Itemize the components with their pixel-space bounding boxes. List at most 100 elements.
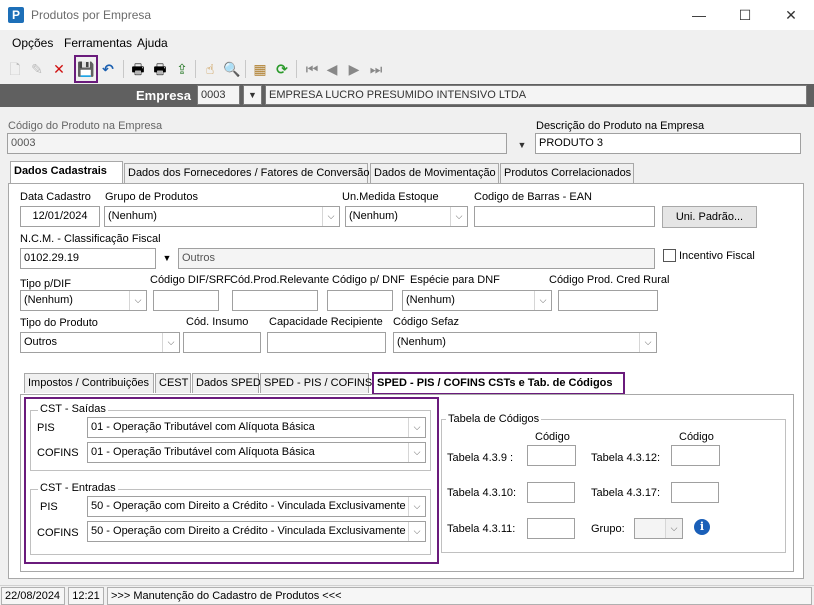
data-cadastro-field[interactable]: 12/01/2024	[20, 206, 100, 227]
toolbar: 🗋 ✎ ✕ 💾 ↶ 🖶 🖶 ⇪ ☝ 🔍 ▦ ⟳ ⏮ ◀ ▶ ⏭	[0, 57, 814, 83]
toolbar-separator	[195, 60, 196, 78]
export-icon[interactable]: ⇪	[172, 59, 192, 79]
tab-produtos-correlacionados[interactable]: Produtos Correlacionados	[500, 163, 634, 183]
subtab-sped-csts-tab-codigos[interactable]: SPED - PIS / COFINS CSTs e Tab. de Códig…	[372, 372, 625, 395]
ncm-field[interactable]: 0102.29.19	[20, 248, 156, 269]
refresh-icon[interactable]: ⟳	[272, 59, 292, 79]
cst-entradas-pis-label: PIS	[40, 501, 58, 513]
codigo-produto-field[interactable]: 0003	[7, 133, 507, 154]
chevron-down-icon: ⌵	[129, 291, 146, 310]
tabela-439-field[interactable]	[527, 445, 576, 466]
last-record-icon[interactable]: ⏭	[366, 59, 386, 79]
chevron-down-icon: ⌵	[408, 522, 425, 541]
tabela-codigos-title: Tabela de Códigos	[446, 413, 542, 425]
unmed-select[interactable]: (Nenhum) ⌵	[345, 206, 468, 227]
tabela-4310-field[interactable]	[527, 482, 575, 503]
cod-insumo-field[interactable]	[183, 332, 261, 353]
capacidade-recipiente-field[interactable]	[267, 332, 386, 353]
capacidade-recipiente-label: Capacidade Recipiente	[269, 316, 383, 328]
codigo-dnf-field[interactable]	[327, 290, 393, 311]
menu-ajuda[interactable]: Ajuda	[137, 36, 168, 50]
tab-dados-fornecedores[interactable]: Dados dos Fornecedores / Fatores de Conv…	[124, 163, 370, 183]
tipo-dif-label: Tipo p/DIF	[20, 278, 71, 290]
tipo-dif-select[interactable]: (Nenhum) ⌵	[20, 290, 147, 311]
tipo-produto-select[interactable]: Outros ⌵	[20, 332, 180, 353]
first-record-icon[interactable]: ⏮	[302, 59, 322, 79]
especie-dnf-value: (Nenhum)	[406, 294, 455, 306]
tab-dados-cadastrais[interactable]: Dados Cadastrais	[10, 161, 123, 184]
search-magnifier-icon[interactable]: 🔍	[222, 59, 242, 79]
descricao-produto-field[interactable]: PRODUTO 3	[535, 133, 801, 154]
cst-entradas-pis-select[interactable]: 50 - Operação com Direito a Crédito - Vi…	[87, 496, 426, 517]
chevron-down-icon: ⌵	[665, 519, 682, 538]
cst-entradas-cofins-select[interactable]: 50 - Operação com Direito a Crédito - Vi…	[87, 521, 426, 542]
tab-dados-movimentacao[interactable]: Dados de Movimentação	[370, 163, 499, 183]
especie-dnf-label: Espécie para DNF	[410, 274, 500, 286]
next-record-icon[interactable]: ▶	[344, 59, 364, 79]
hand-pointer-icon[interactable]: ☝	[200, 59, 220, 79]
cod-sefaz-select[interactable]: (Nenhum) ⌵	[393, 332, 657, 353]
cst-saidas-title: CST - Saídas	[38, 403, 108, 415]
cred-rural-field[interactable]	[558, 290, 658, 311]
cod-prod-relevante-field[interactable]	[232, 290, 318, 311]
grupo-produtos-select[interactable]: (Nenhum) ⌵	[104, 206, 340, 227]
cst-saidas-pis-select[interactable]: 01 - Operação Tributável com Alíquota Bá…	[87, 417, 426, 438]
chevron-down-icon: ⌵	[408, 497, 425, 516]
chevron-down-icon: ⌵	[408, 418, 425, 437]
info-icon[interactable]: i	[694, 519, 710, 535]
codigo-dnf-label: Código p/ DNF	[332, 274, 405, 286]
tabela-4310-label: Tabela 4.3.10:	[447, 487, 517, 499]
unmed-value: (Nenhum)	[349, 210, 398, 222]
cst-saidas-pis-label: PIS	[37, 422, 55, 434]
codigo-produto-label: Código do Produto na Empresa	[8, 120, 163, 132]
grupo-select[interactable]: ⌵	[634, 518, 683, 539]
cred-rural-label: Código Prod. Cred Rural	[549, 274, 670, 286]
delete-x-icon[interactable]: ✕	[49, 59, 69, 79]
print-icon[interactable]: 🖶	[128, 59, 148, 79]
previous-record-icon[interactable]: ◀	[322, 59, 342, 79]
incentivo-fiscal-checkbox[interactable]	[663, 249, 676, 262]
save-highlight-box	[74, 55, 98, 83]
codigo-produto-dropdown-icon[interactable]: ▼	[512, 135, 532, 155]
empresa-code-field[interactable]: 0003	[197, 85, 240, 105]
empresa-dropdown-icon[interactable]: ▼	[243, 85, 262, 105]
ean-field[interactable]	[474, 206, 655, 227]
close-window-button[interactable]: ✕	[768, 0, 814, 30]
undo-icon[interactable]: ↶	[98, 59, 118, 79]
cod-prod-relevante-label: Cód.Prod.Relevante	[230, 274, 330, 286]
tabela-4311-label: Tabela 4.3.11:	[447, 523, 516, 535]
cst-saidas-cofins-select[interactable]: 01 - Operação Tributável com Alíquota Bá…	[87, 442, 426, 463]
codigo-dif-field[interactable]	[153, 290, 219, 311]
cst-entradas-cofins-value: 50 - Operação com Direito a Crédito - Vi…	[91, 525, 415, 537]
especie-dnf-select[interactable]: (Nenhum) ⌵	[402, 290, 552, 311]
menu-bar: Opções Ferramentas Ajuda	[0, 33, 814, 53]
subtab-dados-sped[interactable]: Dados SPED	[192, 373, 261, 393]
ean-label: Codigo de Barras - EAN	[474, 191, 592, 203]
tabela-4311-field[interactable]	[527, 518, 575, 539]
menu-opcoes[interactable]: Opções	[12, 36, 53, 50]
subtab-impostos[interactable]: Impostos / Contribuições	[24, 373, 154, 393]
minimize-button[interactable]: —	[676, 0, 722, 30]
subtab-sped-pis-cofins[interactable]: SPED - PIS / COFINS	[260, 373, 372, 393]
properties-icon[interactable]: ▦	[250, 59, 270, 79]
maximize-button[interactable]: ☐	[722, 0, 768, 30]
status-time: 12:21	[68, 587, 104, 605]
print-preview-icon[interactable]: 🖶	[150, 59, 170, 79]
subtab-cest[interactable]: CEST	[155, 373, 191, 393]
new-document-icon[interactable]: 🗋	[5, 59, 25, 79]
codigo-header-left: Código	[535, 431, 570, 443]
chevron-down-icon: ⌵	[162, 333, 179, 352]
toolbar-separator	[296, 60, 297, 78]
edit-pencil-icon[interactable]: ✎	[27, 59, 47, 79]
chevron-down-icon: ⌵	[534, 291, 551, 310]
unmed-label: Un.Medida Estoque	[342, 191, 439, 203]
ncm-dropdown-icon[interactable]: ▼	[158, 248, 176, 269]
menu-ferramentas[interactable]: Ferramentas	[64, 36, 132, 50]
chevron-down-icon: ⌵	[408, 443, 425, 462]
cod-sefaz-label: Código Sefaz	[393, 316, 460, 328]
grupo-label: Grupo:	[591, 523, 625, 535]
tabela-4317-field[interactable]	[671, 482, 719, 503]
uni-padrao-button[interactable]: Uni. Padrão...	[662, 206, 757, 228]
empresa-label: Empresa	[136, 88, 191, 103]
tabela-4312-field[interactable]	[671, 445, 720, 466]
